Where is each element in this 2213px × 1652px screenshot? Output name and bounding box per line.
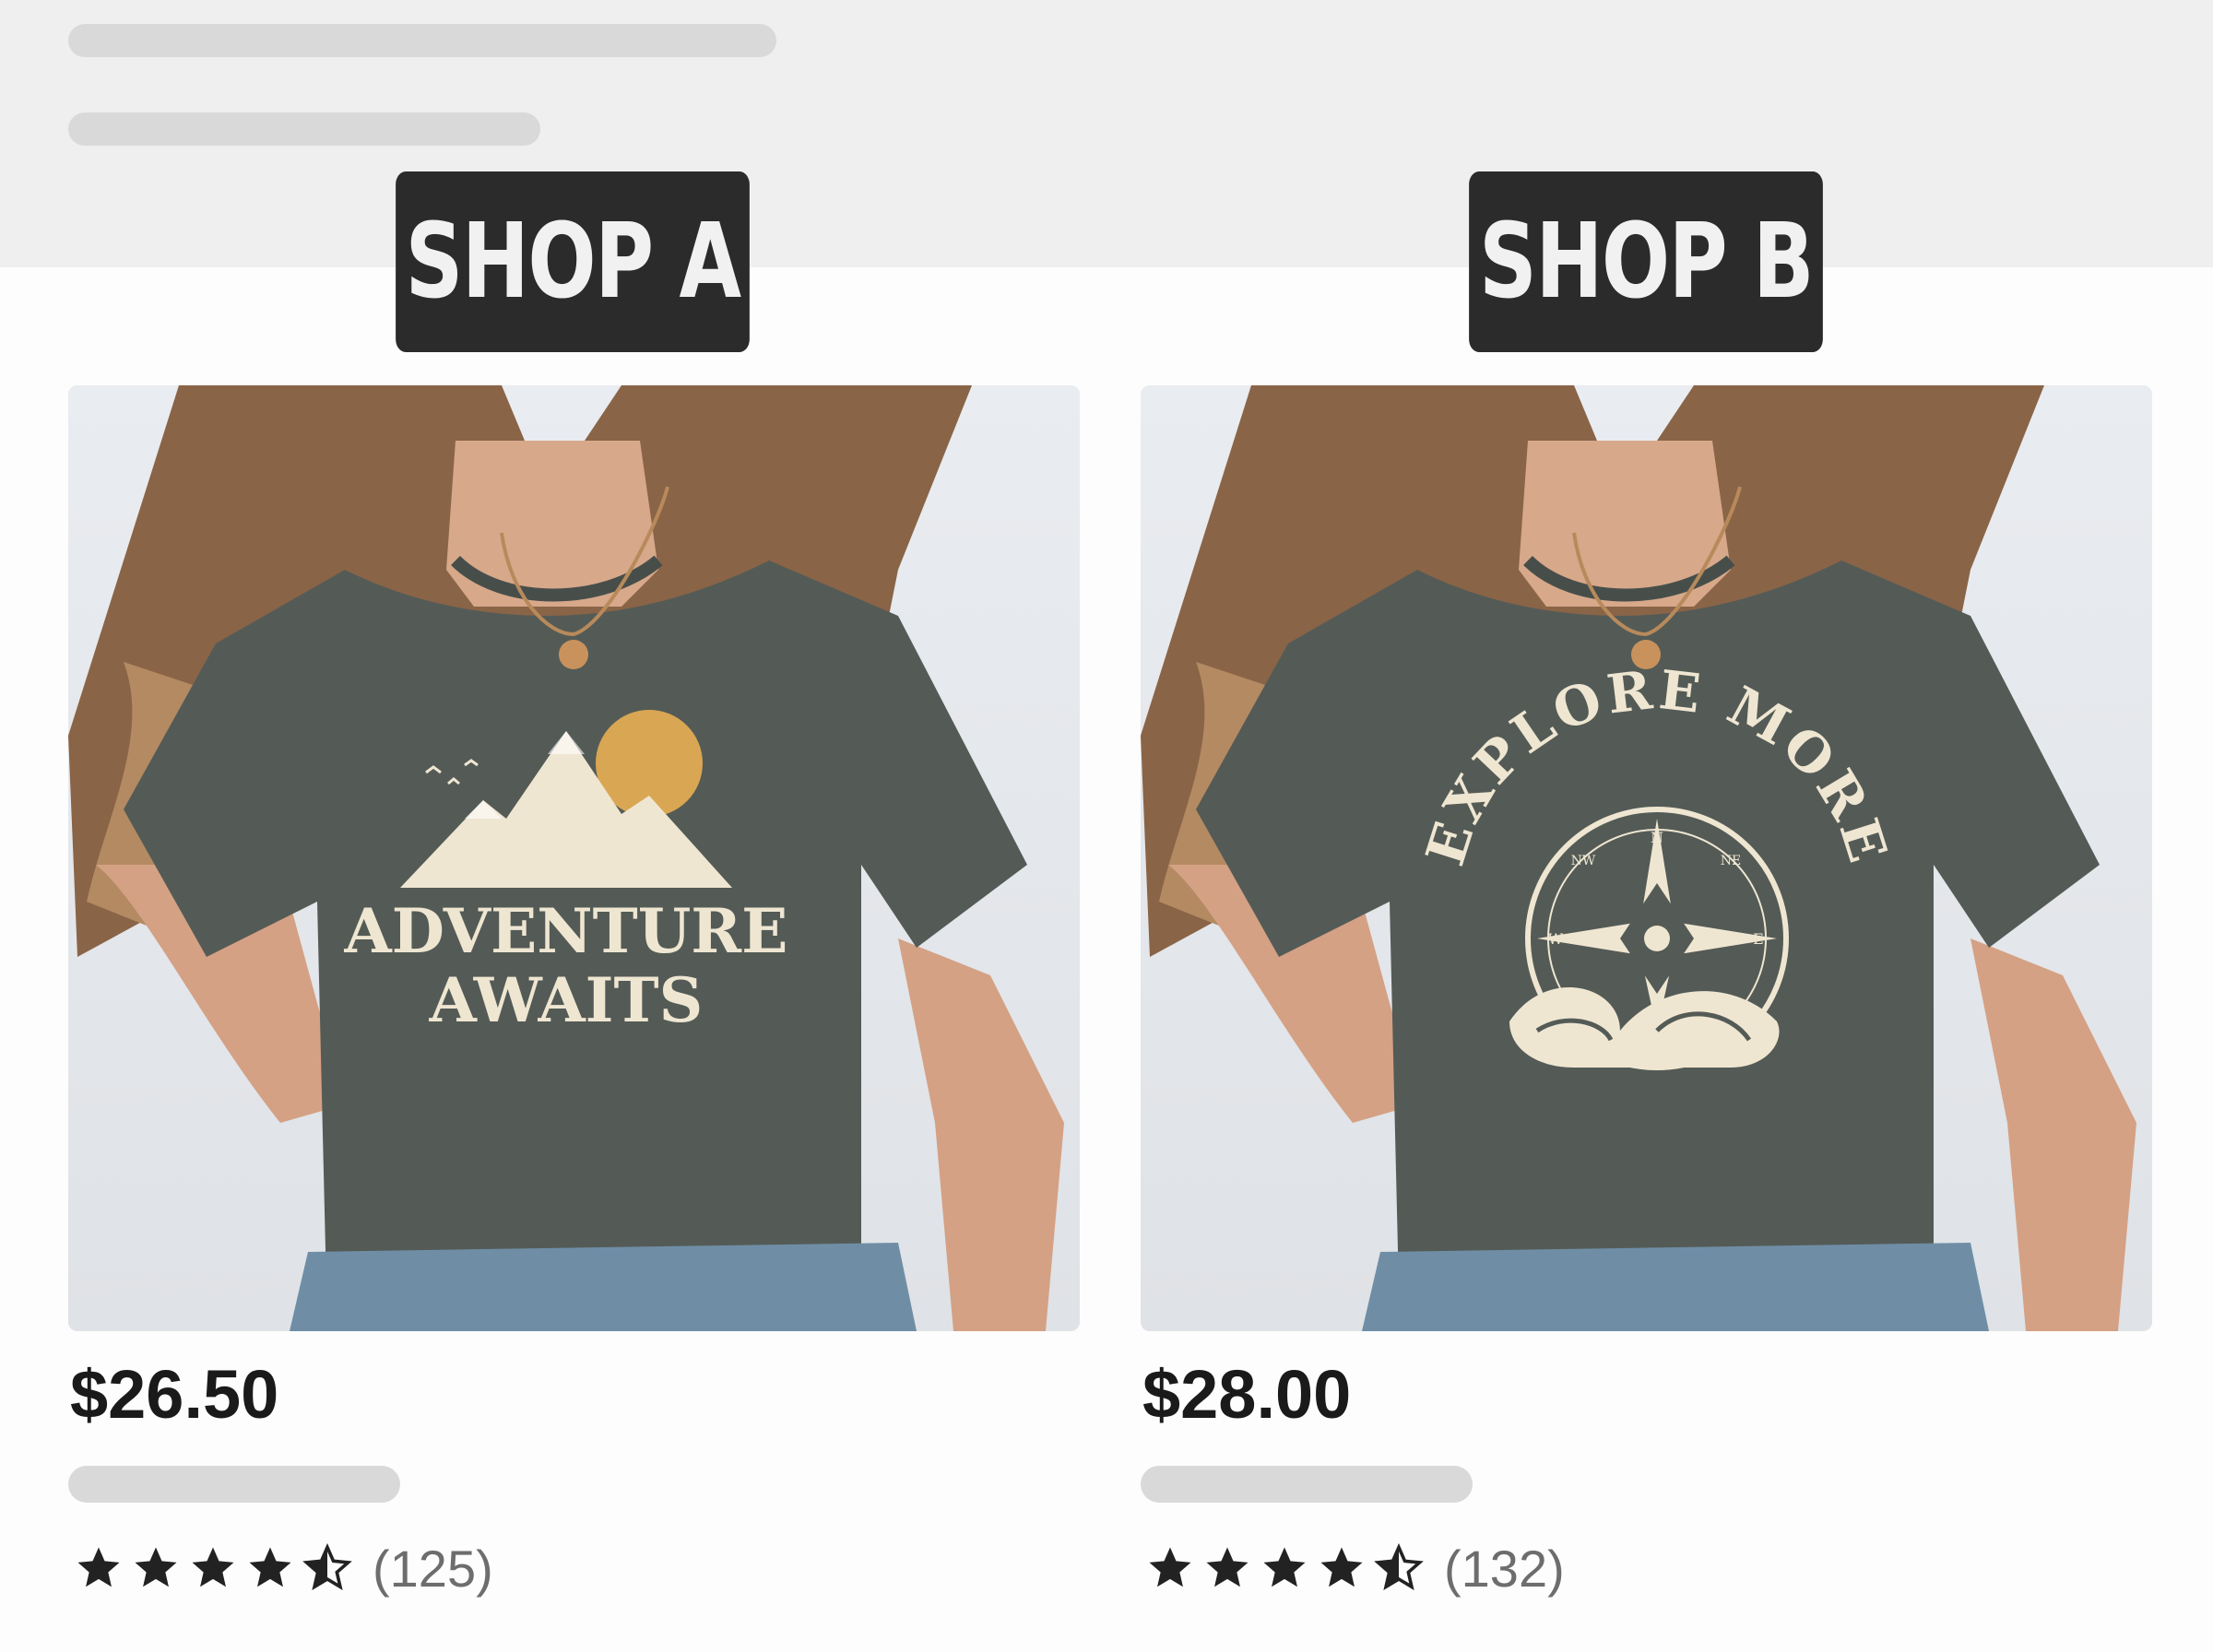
skeleton-title-line (68, 24, 776, 57)
shop-b-price: $28.00 (1142, 1356, 1352, 1433)
star-full-icon (1206, 1547, 1249, 1587)
shop-a-product-image[interactable]: ADVENTURE AWAITS (68, 385, 1080, 1331)
shop-b-rating: (132) (1145, 1536, 1565, 1600)
compass-w: W (1548, 930, 1564, 948)
compass-n: N (1651, 829, 1663, 846)
star-full-icon (1149, 1547, 1191, 1587)
compass-e: E (1753, 930, 1764, 948)
compass-nw: NW (1571, 854, 1596, 868)
star-full-icon (135, 1547, 177, 1587)
shop-a-rating: (125) (74, 1536, 493, 1600)
skeleton-subtitle-line (68, 112, 540, 146)
star-full-icon (1320, 1547, 1363, 1587)
shirt-print-line1: ADVENTURE (344, 895, 788, 967)
star-half-icon (1374, 1543, 1424, 1590)
shirt-print-line2: AWAITS (429, 964, 704, 1036)
review-count: (132) (1444, 1539, 1565, 1598)
star-full-icon (77, 1547, 120, 1587)
star-rating (74, 1543, 360, 1593)
star-full-icon (1263, 1547, 1306, 1587)
star-full-icon (192, 1547, 234, 1587)
shop-b-label: SHOP B (1469, 171, 1823, 352)
star-half-icon (302, 1543, 352, 1590)
star-full-icon (249, 1547, 291, 1587)
shop-a-price: $26.50 (70, 1356, 279, 1433)
compass-ne: NE (1721, 854, 1741, 868)
review-count: (125) (373, 1539, 493, 1598)
shop-b-product-image[interactable]: EXPLORE MORE N NE NW E W (1141, 385, 2152, 1331)
shop-a-skeleton-line (68, 1466, 400, 1503)
star-rating (1145, 1543, 1431, 1593)
shop-a-label: SHOP A (396, 171, 750, 352)
shop-b-skeleton-line (1141, 1466, 1473, 1503)
